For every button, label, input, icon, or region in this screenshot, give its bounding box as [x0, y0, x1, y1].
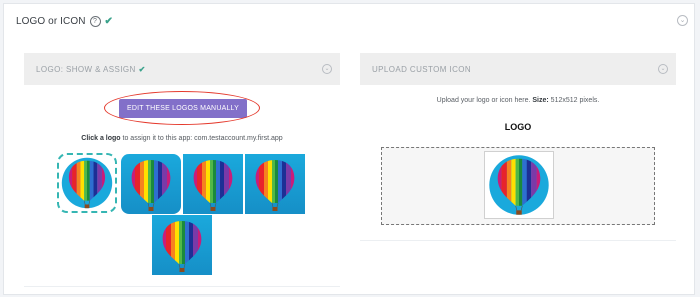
logo-option-square[interactable]: [183, 154, 243, 214]
logo-show-assign-label: LOGO: SHOW & ASSIGN: [36, 65, 136, 74]
size-value: 512x512 pixels.: [548, 97, 600, 104]
upload-instructions: Upload your logo or icon here. Size: 512…: [360, 97, 676, 104]
help-icon[interactable]: ?: [89, 16, 101, 27]
collapse-panel-icon[interactable]: ⌄: [658, 64, 668, 74]
assign-hint: Click a logo to assign it to this app: c…: [24, 135, 340, 142]
balloon-logo-icon: [183, 154, 243, 214]
assign-hint-emphasis: Click a logo: [81, 135, 121, 142]
check-icon: ✔: [104, 16, 114, 27]
logo-option-rounded[interactable]: [121, 154, 181, 214]
balloon-logo-icon: [121, 154, 181, 214]
section-title: LOGO or ICON ? ✔: [16, 16, 113, 27]
upload-custom-icon-label: UPLOAD CUSTOM ICON: [372, 65, 472, 74]
section-title-text: LOGO or ICON: [16, 16, 86, 27]
upload-custom-icon-header[interactable]: UPLOAD CUSTOM ICON ⌄: [360, 53, 676, 85]
logo-heading: LOGO: [504, 122, 532, 132]
logo-show-assign-header[interactable]: LOGO: SHOW & ASSIGN ✔ ⌄: [24, 53, 340, 85]
upload-instructions-text: Upload your logo or icon here.: [436, 97, 533, 104]
highlight-oval: [104, 91, 260, 125]
check-icon: ✔: [138, 65, 146, 74]
assign-hint-rest: to assign it to this app: com.testaccoun…: [120, 135, 283, 142]
logo-option-circle[interactable]: [57, 153, 117, 213]
logo-option-square-2[interactable]: [245, 154, 305, 214]
right-panel-divider: [360, 240, 676, 241]
upload-custom-icon-label-wrap: UPLOAD CUSTOM ICON: [372, 65, 471, 74]
balloon-logo-icon: [152, 215, 212, 275]
size-label: Size:: [532, 97, 549, 104]
collapse-section-icon[interactable]: ⌄: [677, 15, 688, 26]
balloon-logo-icon: [245, 154, 305, 214]
logo-show-assign-label-wrap: LOGO: SHOW & ASSIGN ✔: [36, 65, 146, 74]
balloon-logo-icon: [489, 155, 549, 218]
uploaded-logo-thumbnail: [484, 151, 554, 219]
left-panel-divider: [24, 286, 340, 287]
logo-option-square-3[interactable]: [152, 215, 212, 275]
collapse-panel-icon[interactable]: ⌄: [322, 64, 332, 74]
balloon-logo-icon: [61, 157, 113, 211]
